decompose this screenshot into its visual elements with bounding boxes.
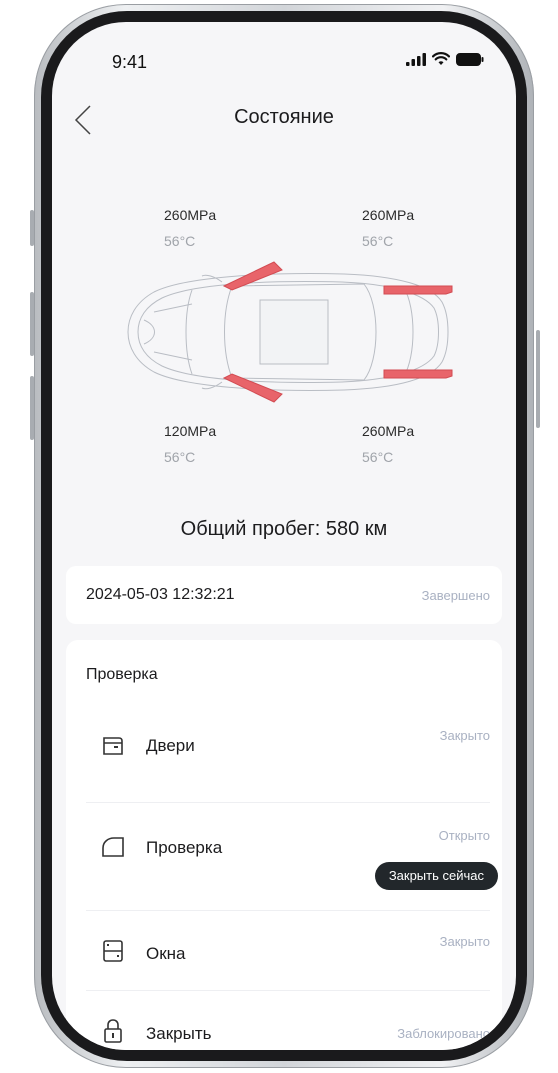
check-item-label: Окна [146, 944, 186, 963]
check-title: Проверка [86, 666, 158, 683]
door-rear-right [383, 369, 453, 379]
volume-up-button [30, 292, 34, 356]
hood-lines [143, 303, 193, 361]
windshield [185, 285, 233, 379]
divider [86, 802, 490, 803]
check-item-status: Закрыто [439, 728, 490, 743]
screen: 9:41 Состояние 260MPa 56°C 260MPa 56°C 1… [52, 22, 516, 1050]
status-time: 9:41 [112, 52, 148, 72]
battery-icon [456, 52, 484, 66]
signal-icon [406, 52, 426, 66]
tyre-rear-right: 260MPa 56°C [362, 418, 414, 470]
check-item-label: Проверка [146, 838, 223, 857]
page-title: Состояние [234, 106, 334, 128]
record-datetime: 2024-05-03 12:32:21 [86, 586, 235, 603]
check-item-label: Закрыть [146, 1024, 212, 1043]
check-item-label: Двери [146, 736, 195, 755]
tyre-rear-left: 120MPa 56°C [164, 418, 216, 470]
record-status: Завершено [421, 588, 490, 603]
divider [86, 990, 490, 991]
lock-icon [104, 1019, 122, 1043]
check-card: Проверка Двери Закрыто Проверка Открыто … [66, 640, 502, 1050]
record-card[interactable]: 2024-05-03 12:32:21 Завершено [66, 566, 502, 624]
car-top-view [127, 261, 453, 403]
check-item-status: Открыто [438, 828, 490, 843]
mirror [201, 274, 223, 390]
close-now-button[interactable]: Закрыть сейчас [374, 862, 498, 890]
divider [86, 910, 490, 911]
check-item-status: Закрыто [439, 934, 490, 949]
check-item-windows[interactable]: Окна Закрыто [86, 930, 490, 990]
tyre-pressure: 260MPa [362, 207, 415, 223]
door-front-right [383, 285, 453, 295]
check-item-doors[interactable]: Двери Закрыто [86, 722, 490, 782]
tyre-temperature: 56°C [362, 449, 394, 465]
side-button [30, 210, 34, 246]
total-mileage: Общий пробег: 580 км [180, 518, 388, 540]
check-item-status: Заблокировано [397, 1026, 490, 1041]
volume-down-button [30, 376, 34, 440]
check-item-lock[interactable]: Закрыть Заблокировано [86, 1010, 490, 1050]
tyre-pressure: 260MPa [164, 207, 217, 223]
door-icon [103, 737, 123, 755]
status-icons [406, 52, 484, 66]
power-button [536, 330, 540, 428]
wifi-icon [432, 52, 450, 65]
tyre-temperature: 56°C [164, 449, 196, 465]
sunroof [259, 299, 329, 365]
window-icon [103, 940, 123, 962]
trunk-icon [102, 837, 124, 857]
